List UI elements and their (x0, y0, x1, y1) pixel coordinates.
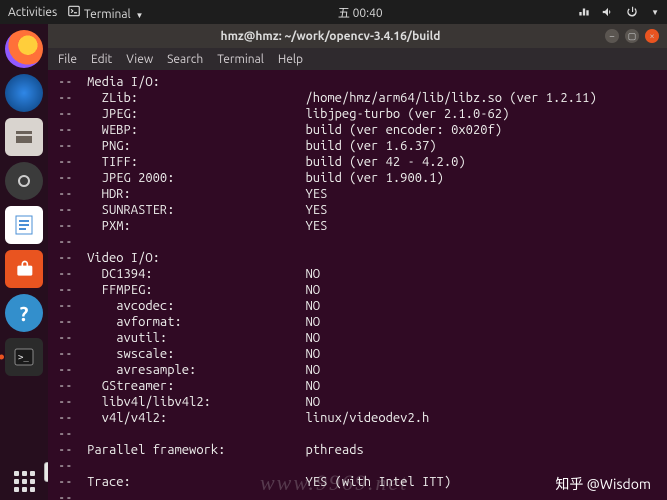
show-applications-button[interactable] (5, 462, 43, 500)
window-title: hmz@hmz: ~/work/opencv-3.4.16/build (56, 30, 605, 43)
thunderbird-icon[interactable] (5, 74, 43, 112)
libreoffice-writer-icon[interactable] (5, 206, 43, 244)
network-icon[interactable] (577, 5, 591, 19)
menu-terminal[interactable]: Terminal (217, 53, 264, 66)
volume-icon[interactable] (601, 5, 615, 19)
close-button[interactable]: × (645, 29, 659, 43)
menu-edit[interactable]: Edit (91, 53, 112, 66)
terminal-icon (67, 4, 81, 18)
clock[interactable]: 五 00:40 (143, 4, 577, 21)
svg-text:>_: >_ (18, 353, 29, 363)
terminal-window: hmz@hmz: ~/work/opencv-3.4.16/build – ▢ … (48, 24, 667, 500)
top-bar: Activities Terminal ▼ 五 00:40 ▼ (0, 0, 667, 24)
app-menu[interactable]: Terminal ▼ (67, 4, 143, 21)
menu-view[interactable]: View (126, 53, 153, 66)
activities-button[interactable]: Activities (8, 6, 57, 19)
credit: 知乎 @Wisdom (555, 474, 651, 494)
rhythmbox-icon[interactable] (5, 162, 43, 200)
firefox-icon[interactable] (5, 30, 43, 68)
menu-bar: File Edit View Search Terminal Help (48, 48, 667, 70)
maximize-button[interactable]: ▢ (625, 29, 639, 43)
terminal-app-icon[interactable]: >_ (5, 338, 43, 376)
window-titlebar[interactable]: hmz@hmz: ~/work/opencv-3.4.16/build – ▢ … (48, 24, 667, 48)
dropdown-icon: ▼ (135, 11, 143, 20)
menu-help[interactable]: Help (278, 53, 303, 66)
dropdown-icon: ▼ (651, 8, 659, 17)
dock: ? >_ (0, 24, 48, 500)
menu-search[interactable]: Search (167, 53, 203, 66)
software-icon[interactable] (5, 250, 43, 288)
terminal-output[interactable]: -- Media I/O: -- ZLib: /home/hmz/arm64/l… (48, 70, 667, 500)
grid-icon (14, 471, 35, 492)
files-icon[interactable] (5, 118, 43, 156)
menu-file[interactable]: File (58, 53, 77, 66)
power-icon[interactable] (625, 5, 639, 19)
help-icon[interactable]: ? (5, 294, 43, 332)
minimize-button[interactable]: – (605, 29, 619, 43)
